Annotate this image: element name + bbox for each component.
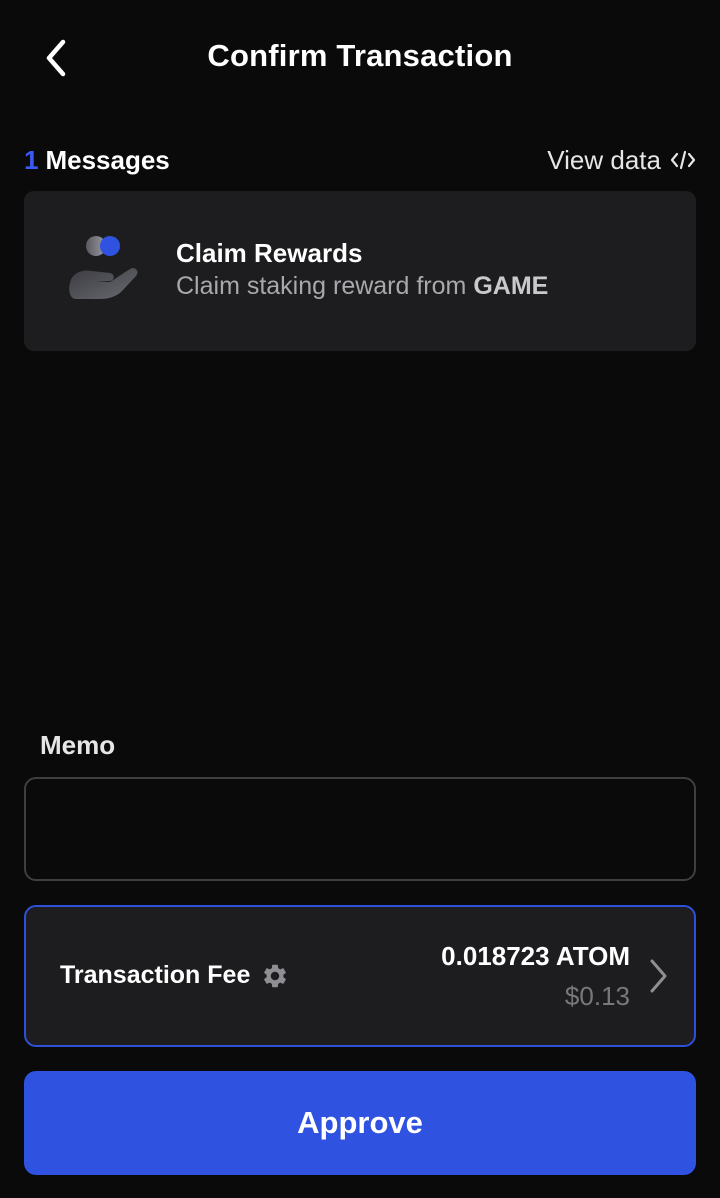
memo-input[interactable] bbox=[24, 777, 696, 881]
messages-label-group: 1 Messages bbox=[24, 145, 170, 176]
message-description-prefix: Claim staking reward from bbox=[176, 272, 467, 300]
header: Confirm Transaction bbox=[0, 0, 720, 118]
view-data-button[interactable]: View data bbox=[547, 145, 696, 176]
code-icon bbox=[670, 149, 696, 171]
messages-count: 1 bbox=[24, 144, 39, 175]
fee-usd-value: $0.13 bbox=[564, 981, 630, 1011]
transaction-fee-selector[interactable]: Transaction Fee 0.018723 ATOM $0.13 bbox=[24, 905, 696, 1047]
gear-icon[interactable] bbox=[261, 962, 289, 990]
view-data-label: View data bbox=[547, 144, 661, 175]
transaction-fee-label: Transaction Fee bbox=[60, 961, 251, 989]
approve-button[interactable]: Approve bbox=[24, 1071, 696, 1175]
message-text: Claim Rewards Claim staking reward from … bbox=[176, 237, 548, 303]
memo-label: Memo bbox=[40, 730, 116, 760]
messages-header: 1 Messages View data bbox=[24, 140, 696, 180]
page-title: Confirm Transaction bbox=[207, 38, 513, 73]
message-description: Claim staking reward from GAME bbox=[176, 269, 548, 303]
fee-amount: 0.018723 ATOM bbox=[441, 941, 630, 971]
transaction-fee-label-group: Transaction Fee bbox=[60, 961, 289, 990]
message-title: Claim Rewards bbox=[176, 238, 363, 268]
messages-label: Messages bbox=[45, 144, 170, 175]
claim-rewards-icon bbox=[64, 231, 144, 311]
chevron-right-icon bbox=[648, 957, 670, 1000]
message-card[interactable]: Claim Rewards Claim staking reward from … bbox=[24, 191, 696, 351]
message-validator: GAME bbox=[473, 272, 549, 300]
